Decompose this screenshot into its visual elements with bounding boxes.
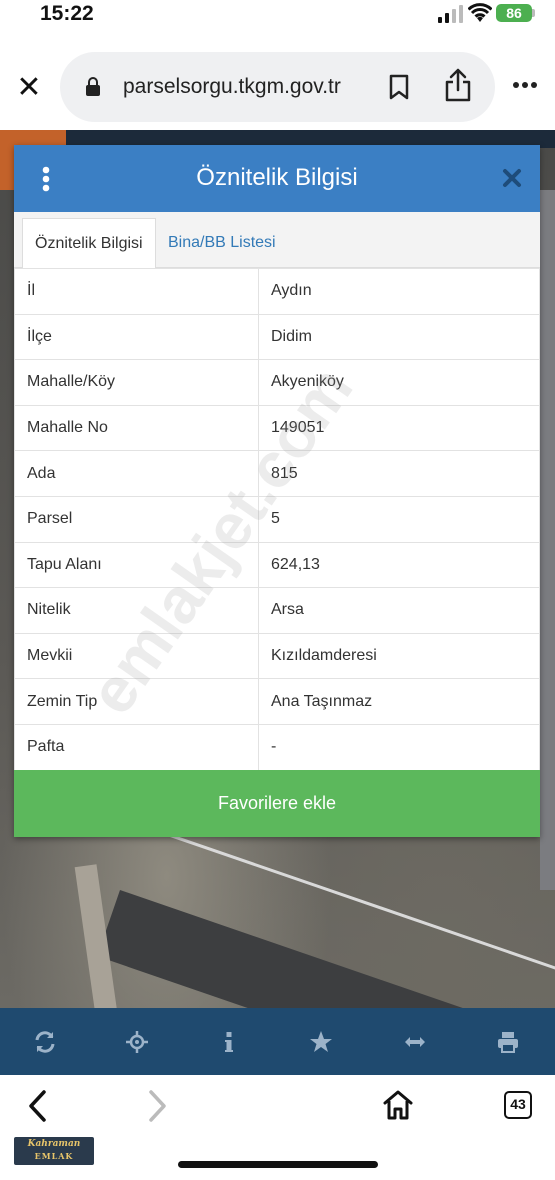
table-row: İlçe Didim [14,313,540,361]
attribute-key: Ada [14,450,259,497]
attribute-key: Parsel [14,495,259,543]
status-time: 15:22 [40,2,94,25]
attribute-value: 149051 [258,404,540,452]
back-icon[interactable] [26,1089,50,1123]
attribute-key: Nitelik [14,587,259,634]
attribute-key: İl [14,268,259,315]
print-icon[interactable] [496,1030,520,1054]
table-row: Tapu Alanı 624,13 [14,541,540,589]
map-road [97,890,555,1008]
logo-title: Kahraman [27,1139,81,1149]
table-row: Nitelik Arsa [14,587,540,634]
dialog-header: Öznitelik Bilgisi [14,145,540,212]
table-row: İl Aydın [14,268,540,315]
share-icon[interactable] [444,68,472,102]
map-edge-panel [540,190,555,890]
attribute-value: - [258,723,540,771]
attribute-value: 5 [258,495,540,543]
close-icon[interactable] [502,168,522,188]
attribute-key: Mahalle No [14,404,259,452]
attribute-key: İlçe [14,313,259,361]
tab-building-list[interactable]: Bina/BB Listesi [156,218,288,269]
battery-indicator: 86 [496,4,532,22]
tabs-button[interactable]: 43 [504,1091,532,1119]
attribute-value: Didim [258,313,540,361]
battery-level: 86 [506,5,522,21]
attribute-table: İl Aydın İlçe Didim Mahalle/Köy Akyeniköy M… [14,268,540,771]
attribute-value: Ana Taşınmaz [258,678,540,725]
battery-tip [532,9,535,17]
dialog-tabs: Öznitelik Bilgisi Bina/BB Listesi [14,212,540,269]
browser-bottom-bar: 43 Kahraman EMLAK [0,1075,555,1180]
add-to-favorites-button[interactable]: Favorilere ekle [14,770,540,837]
status-bar: 15:22 86 [0,0,555,30]
table-row: Mevkii Kızıldamderesi [14,632,540,680]
attribute-value: Aydın [258,268,540,315]
address-bar[interactable]: parselsorgu.tkgm.gov.tr [60,52,495,122]
more-options-icon[interactable] [512,81,538,89]
wifi-icon [468,3,492,22]
attribute-key: Mahalle/Köy [14,359,259,406]
attribute-value: 815 [258,450,540,497]
logo-subtitle: EMLAK [34,1151,74,1161]
locate-icon[interactable] [125,1030,149,1054]
attribute-key: Pafta [14,723,259,771]
star-icon[interactable] [309,1030,333,1054]
browser-toolbar: ✕ parselsorgu.tkgm.gov.tr [0,30,555,130]
cellular-signal-icon [438,5,463,23]
bookmark-icon[interactable] [388,74,410,100]
forward-icon[interactable] [145,1089,169,1123]
tab-count: 43 [510,1096,526,1112]
info-icon[interactable] [217,1030,241,1054]
home-icon[interactable] [383,1089,413,1121]
table-row: Ada 815 [14,450,540,497]
table-row: Pafta - [14,723,540,771]
table-row: Parsel 5 [14,495,540,543]
attribute-value: Kızıldamderesi [258,632,540,680]
close-tab-icon[interactable]: ✕ [16,73,42,103]
map-toolbar [0,1008,555,1075]
table-row: Zemin Tip Ana Taşınmaz [14,678,540,725]
table-row: Mahalle No 149051 [14,404,540,452]
attribute-key: Zemin Tip [14,678,259,725]
attribute-key: Mevkii [14,632,259,680]
tab-attribute-info[interactable]: Öznitelik Bilgisi [22,218,156,269]
attribute-value: Akyeniköy [258,359,540,406]
measure-icon[interactable] [403,1030,427,1054]
refresh-icon[interactable] [33,1030,57,1054]
lock-icon [86,77,100,96]
kahraman-emlak-logo: Kahraman EMLAK [14,1137,94,1165]
attribute-dialog: Öznitelik Bilgisi Öznitelik Bilgisi Bina… [14,145,540,837]
attribute-value: Arsa [258,587,540,634]
home-indicator [178,1161,378,1168]
attribute-value: 624,13 [258,541,540,589]
url-text: parselsorgu.tkgm.gov.tr [123,75,341,98]
attribute-key: Tapu Alanı [14,541,259,589]
table-row: Mahalle/Köy Akyeniköy [14,359,540,406]
dialog-title: Öznitelik Bilgisi [196,164,358,191]
